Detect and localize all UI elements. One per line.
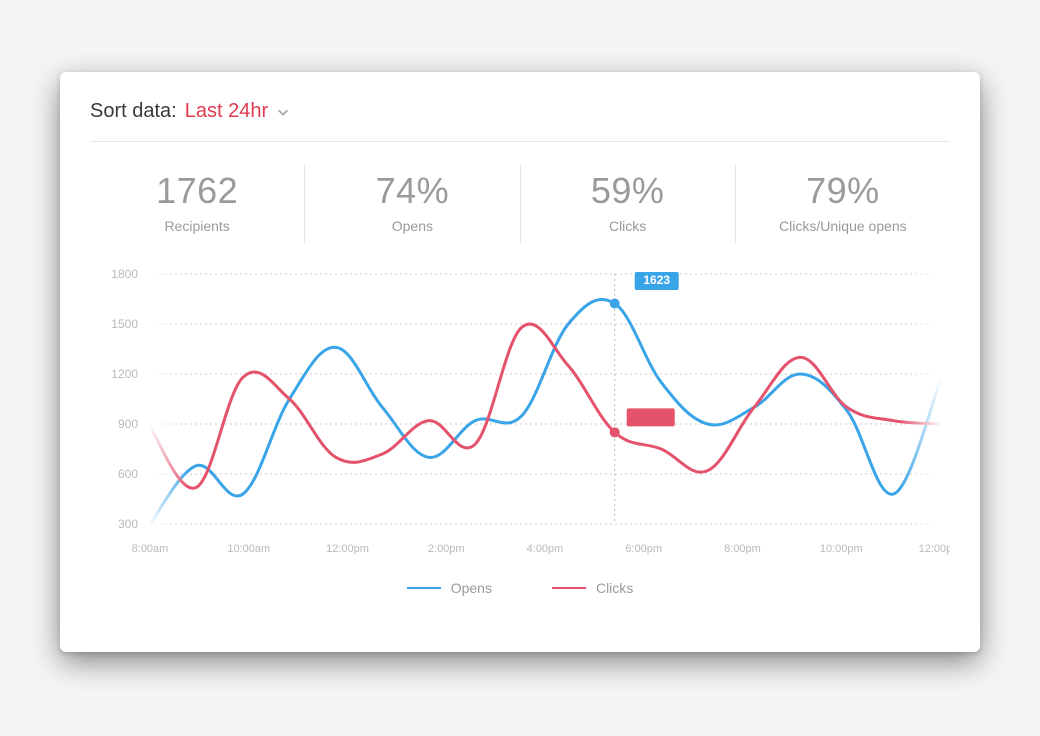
chart-legend: Opens Clicks xyxy=(90,580,950,596)
svg-text:4:00pm: 4:00pm xyxy=(527,543,564,555)
svg-text:1623: 1623 xyxy=(643,273,670,287)
stat-label: Clicks xyxy=(521,218,735,234)
stat-label: Recipients xyxy=(90,218,304,234)
stat-recipients: 1762 Recipients xyxy=(90,164,304,244)
legend-label-opens: Opens xyxy=(451,580,492,596)
svg-text:6:00pm: 6:00pm xyxy=(625,543,662,555)
svg-text:10:00am: 10:00am xyxy=(227,543,270,555)
chevron-down-icon xyxy=(276,105,290,119)
svg-text:2:00pm: 2:00pm xyxy=(428,543,465,555)
legend-swatch-clicks xyxy=(552,587,586,589)
svg-text:1200: 1200 xyxy=(111,367,138,381)
sort-value-text: Last 24hr xyxy=(185,100,268,123)
analytics-card: Sort data: Last 24hr 1762 Recipients 74%… xyxy=(60,72,980,652)
sort-dropdown[interactable]: Last 24hr xyxy=(185,100,290,123)
sort-label: Sort data: xyxy=(90,100,177,123)
svg-text:12:00pm: 12:00pm xyxy=(326,543,369,555)
svg-text:10:00pm: 10:00pm xyxy=(820,543,863,555)
legend-item-opens: Opens xyxy=(407,580,492,596)
legend-swatch-opens xyxy=(407,587,441,589)
svg-text:8:00pm: 8:00pm xyxy=(724,543,761,555)
chart-svg: 300 600 900 1200 1500 1800 1623 8:00am 10:00am 12… xyxy=(90,264,950,574)
stat-value: 1762 xyxy=(90,170,304,212)
stat-value: 74% xyxy=(305,170,519,212)
svg-text:12:00pm: 12:00pm xyxy=(919,543,950,555)
svg-text:8:00am: 8:00am xyxy=(132,543,169,555)
svg-text:900: 900 xyxy=(118,417,138,431)
stat-label: Opens xyxy=(305,218,519,234)
stat-label: Clicks/Unique opens xyxy=(736,218,950,234)
stats-row: 1762 Recipients 74% Opens 59% Clicks 79%… xyxy=(90,142,950,254)
stat-value: 59% xyxy=(521,170,735,212)
sort-row: Sort data: Last 24hr xyxy=(90,100,950,142)
stat-value: 79% xyxy=(736,170,950,212)
svg-text:1800: 1800 xyxy=(111,267,138,281)
svg-text:1500: 1500 xyxy=(111,317,138,331)
legend-item-clicks: Clicks xyxy=(552,580,633,596)
stat-clicks-unique: 79% Clicks/Unique opens xyxy=(735,164,950,244)
stat-opens: 74% Opens xyxy=(304,164,519,244)
legend-label-clicks: Clicks xyxy=(596,580,633,596)
svg-text:300: 300 xyxy=(118,517,138,531)
svg-text:600: 600 xyxy=(118,467,138,481)
chart[interactable]: 300 600 900 1200 1500 1800 1623 8:00am 10:00am 12… xyxy=(90,264,950,574)
stat-clicks: 59% Clicks xyxy=(520,164,735,244)
